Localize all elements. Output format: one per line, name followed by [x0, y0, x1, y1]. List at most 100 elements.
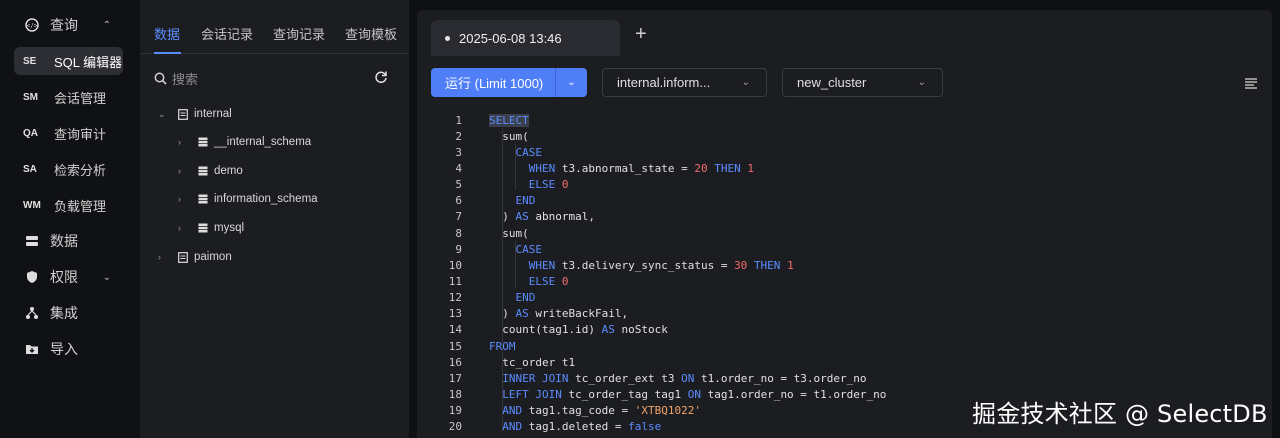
nav-session-mgmt[interactable]: SM 会话管理	[14, 83, 123, 111]
search-icon	[154, 72, 167, 85]
catalog-select[interactable]: internal.inform... ⌄	[602, 68, 767, 97]
code-line: 10 WHEN t3.delivery_sync_status = 30 THE…	[417, 257, 1272, 273]
line-number: 12	[448, 291, 462, 305]
cluster-select-value: new_cluster	[797, 75, 867, 90]
tree-node-label: paimon	[194, 251, 232, 263]
chevron-right-icon[interactable]: ›	[178, 137, 190, 147]
nav-data[interactable]: 数据	[14, 227, 123, 255]
nav-query[interactable]: </> 查询 ⌃	[14, 11, 123, 39]
line-number: 13	[448, 307, 462, 321]
tab-query-templates[interactable]: 查询模板	[345, 24, 397, 43]
schema-tree-panel: 数据 会话记录 查询记录 查询模板 搜索 ⌄ internal › __inte…	[140, 0, 409, 438]
tree-node-label: __internal_schema	[214, 136, 312, 148]
chevron-down-icon[interactable]: ⌄	[103, 272, 111, 283]
code-line-text: ) AS writeBackFail,	[489, 307, 629, 321]
add-tab-icon[interactable]: +	[635, 23, 647, 46]
chevron-right-icon[interactable]: ›	[178, 194, 190, 204]
code-line-text: sum(	[489, 129, 529, 143]
search-placeholder: 搜索	[172, 71, 199, 87]
nav-search-analysis[interactable]: SA 检索分析	[14, 155, 123, 183]
line-number: 1	[455, 113, 462, 127]
svg-text:</>: </>	[27, 23, 38, 30]
tree-node-internal-schema[interactable]: › __internal_schema	[178, 132, 311, 152]
nav-permission[interactable]: 权限 ⌄	[14, 263, 123, 291]
code-line-text: WHEN t3.delivery_sync_status = 30 THEN 1	[528, 258, 794, 272]
run-button[interactable]: 运行 (Limit 1000) ⌄	[431, 68, 587, 97]
code-editor[interactable]: 1 SELECT 2 sum(3 CASE 4 WHEN t3.abnormal_st…	[417, 110, 1272, 438]
nav-integration-label: 集成	[50, 305, 78, 321]
chevron-right-icon[interactable]: ›	[178, 166, 190, 176]
line-number: 10	[448, 258, 462, 272]
chevron-up-icon[interactable]: ⌃	[103, 20, 111, 31]
code-line: 1 SELECT	[417, 112, 1272, 128]
nav-abbr: QA	[23, 127, 38, 139]
code-line: 14 count(tag1.id) AS noStock	[417, 322, 1272, 338]
run-button-label: 运行 (Limit 1000)	[445, 76, 544, 91]
query-icon: </>	[22, 18, 42, 32]
code-line: 16 tc_order t1	[417, 354, 1272, 370]
code-line-text: INNER JOIN tc_order_ext t3 ON t1.order_n…	[502, 371, 867, 385]
chevron-down-icon: ⌄	[741, 77, 750, 88]
code-line: 8 sum(	[417, 225, 1272, 241]
chevron-down-icon[interactable]: ⌄	[556, 77, 587, 88]
catalog-icon	[178, 108, 188, 120]
chevron-down-icon[interactable]: ⌄	[158, 109, 170, 120]
code-line-text: LEFT JOIN tc_order_tag tag1 ON tag1.orde…	[502, 388, 887, 402]
tree-node-mysql[interactable]: › mysql	[178, 218, 244, 238]
code-line: 9 CASE	[417, 241, 1272, 257]
query-tab-title: 2025-06-08 13:46	[459, 30, 562, 46]
tree-node-demo[interactable]: › demo	[178, 161, 243, 181]
nav-query-audit[interactable]: QA 查询审计	[14, 119, 123, 147]
database-icon	[198, 194, 208, 204]
tree-node-label: information_schema	[214, 193, 318, 205]
code-line-text: count(tag1.id) AS noStock	[489, 323, 668, 337]
nav-abbr: SM	[23, 91, 38, 103]
nav-workload-mgmt[interactable]: WM 负载管理	[14, 191, 123, 219]
tree-node-internal[interactable]: ⌄ internal	[158, 104, 232, 124]
database-icon	[198, 223, 208, 233]
code-line-text: CASE	[515, 242, 543, 256]
line-number: 11	[448, 275, 462, 288]
tree-search[interactable]: 搜索	[154, 68, 354, 88]
code-line-text: ELSE 0	[528, 275, 569, 288]
code-line-text: SELECT	[489, 113, 529, 127]
tab-data[interactable]: 数据	[154, 24, 180, 43]
code-line: 3 CASE	[417, 144, 1272, 160]
unsaved-dot-icon	[445, 35, 450, 41]
line-number: 8	[455, 226, 462, 240]
menu-icon[interactable]	[1245, 76, 1257, 94]
line-number: 15	[448, 339, 462, 353]
chevron-right-icon[interactable]: ›	[158, 252, 170, 262]
cluster-select[interactable]: new_cluster ⌄	[782, 68, 943, 97]
tab-session-history[interactable]: 会话记录	[201, 24, 253, 43]
nav-import-label: 导入	[50, 341, 78, 357]
nav-abbr: SA	[23, 163, 37, 175]
code-line-text: AND tag1.tag_code = 'XTBQ1022'	[502, 404, 701, 418]
code-line-text: END	[515, 291, 536, 305]
line-number: 3	[455, 145, 462, 159]
line-number: 7	[455, 210, 462, 224]
nav-import[interactable]: 导入	[14, 335, 123, 363]
line-number: 17	[448, 371, 462, 385]
tab-query-history[interactable]: 查询记录	[273, 24, 325, 43]
nav-abbr: WM	[23, 199, 41, 211]
line-number: 20	[448, 420, 462, 434]
nav-integration[interactable]: 集成	[14, 299, 123, 327]
line-number: 6	[455, 194, 462, 208]
tree-node-label: demo	[214, 165, 243, 177]
code-line: 6 END	[417, 193, 1272, 209]
code-line-text: ELSE 0	[528, 178, 569, 192]
nav-abbr: SE	[23, 55, 37, 67]
catalog-select-value: internal.inform...	[617, 75, 711, 90]
refresh-icon[interactable]	[374, 70, 388, 89]
chevron-right-icon[interactable]: ›	[178, 223, 190, 233]
code-line: 15 FROM	[417, 338, 1272, 354]
tree-node-paimon[interactable]: › paimon	[158, 247, 232, 267]
tree-node-label: mysql	[214, 222, 245, 234]
nav-sql-editor[interactable]: SE SQL 编辑器	[14, 47, 123, 75]
tree-node-information-schema[interactable]: › information_schema	[178, 189, 318, 209]
shield-icon	[22, 270, 42, 284]
query-tab[interactable]: 2025-06-08 13:46	[431, 20, 620, 56]
code-line-text: FROM	[489, 339, 516, 353]
line-number: 2	[455, 129, 462, 143]
